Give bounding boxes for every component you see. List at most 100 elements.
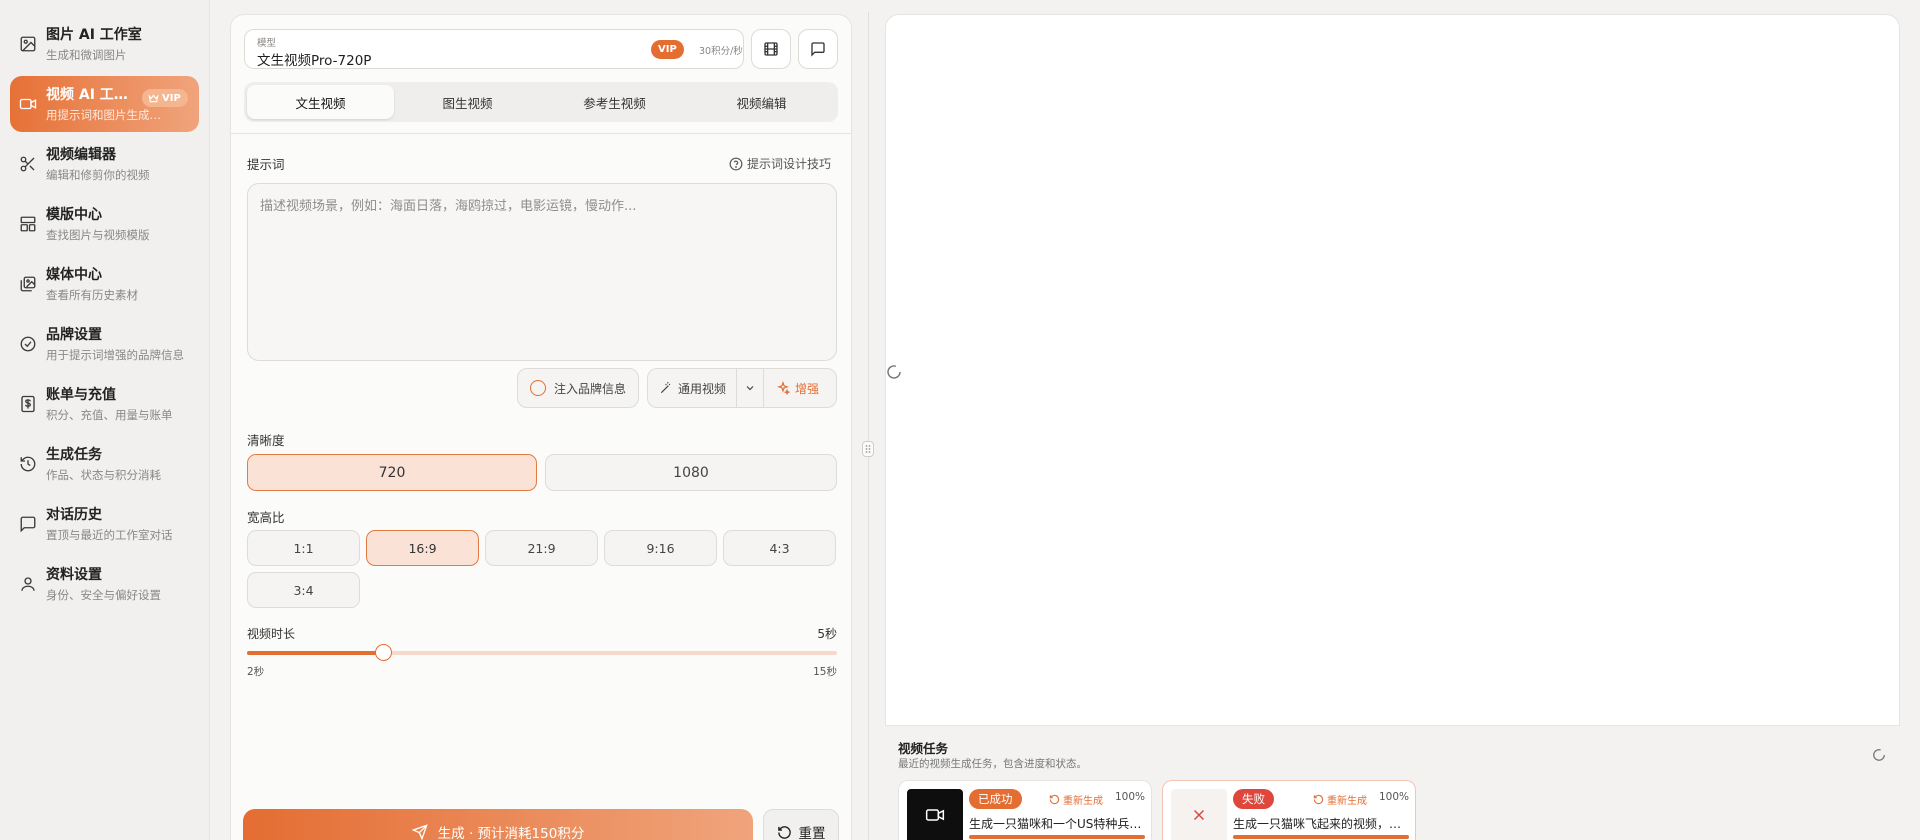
- sidebar-item-video-studio[interactable]: 视频 AI 工作室 用提示词和图片生成视频 VIP: [10, 76, 199, 132]
- panel-resizer: [868, 12, 869, 840]
- receipt-icon: [19, 395, 37, 413]
- crown-icon: [148, 93, 159, 102]
- duration-slider[interactable]: [247, 644, 837, 661]
- resize-grip-icon[interactable]: [862, 441, 874, 457]
- refresh-icon: [1049, 794, 1060, 805]
- resolution-option-1080[interactable]: 1080: [545, 454, 837, 491]
- duration-value: 5秒: [817, 627, 837, 641]
- sidebar-item-video-editor[interactable]: 视频编辑器 编辑和修剪你的视频: [10, 136, 199, 192]
- prompt-input[interactable]: [247, 183, 837, 361]
- task-status-badge: 已成功: [969, 789, 1022, 809]
- loading-spinner-icon: [886, 364, 902, 380]
- mode-tabs: 文生视频 图生视频 参考生视频 视频编辑: [244, 82, 838, 122]
- task-text: 生成一只猫咪飞起来的视频，电影感: [1233, 817, 1409, 831]
- enhance-label: 增强: [795, 381, 820, 396]
- prompt-tips-text: 提示词设计技巧: [746, 157, 831, 171]
- film-icon: [764, 42, 778, 56]
- aspect-option-3-4[interactable]: 3:4: [247, 572, 360, 608]
- vip-badge-text: VIP: [162, 92, 181, 104]
- layout-icon: [19, 215, 37, 233]
- task-text: 生成一只猫咪和一个US特种兵的视频: [969, 817, 1145, 831]
- magic-wand-icon: [660, 382, 671, 394]
- model-price: 30积分/秒: [699, 46, 743, 57]
- refresh-icon: [1313, 794, 1324, 805]
- tab-image-to-video[interactable]: 图生视频: [394, 85, 541, 119]
- sidebar-item-subtitle: 编辑和修剪你的视频: [46, 168, 150, 182]
- image-icon: [19, 35, 37, 53]
- sidebar-item-title: 资料设置: [46, 567, 102, 583]
- task-progress-bar: [969, 835, 1145, 839]
- user-icon: [19, 575, 37, 593]
- sidebar-item-title: 对话历史: [46, 507, 102, 523]
- task-card[interactable]: 已成功 重新生成 100% 生成一只猫咪和一个US特种兵的视频: [898, 780, 1152, 840]
- chevron-down-icon: [746, 386, 754, 391]
- video-camera-icon: [19, 95, 37, 113]
- sidebar-item-chat-history[interactable]: 对话历史 置顶与最近的工作室对话: [10, 496, 199, 552]
- model-caption: 模型: [257, 38, 277, 49]
- aspect-option-4-3[interactable]: 4:3: [723, 530, 836, 566]
- tab-text-to-video[interactable]: 文生视频: [247, 85, 394, 119]
- sidebar-item-brand[interactable]: 品牌设置 用于提示词增强的品牌信息: [10, 316, 199, 372]
- aspect-option-9-16[interactable]: 9:16: [604, 530, 717, 566]
- sidebar-item-subtitle: 生成和微调图片: [46, 48, 127, 62]
- prompt-label: 提示词: [247, 157, 285, 172]
- task-regenerate-link[interactable]: 重新生成: [1049, 792, 1103, 807]
- video-camera-icon: [925, 809, 945, 821]
- duration-slider-thumb[interactable]: [375, 644, 393, 661]
- sidebar-item-subtitle: 查找图片与视频模版: [46, 228, 150, 242]
- sidebar-item-tasks[interactable]: 生成任务 作品、状态与积分消耗: [10, 436, 199, 492]
- duration-slider-fill: [247, 651, 384, 655]
- task-regenerate-link[interactable]: 重新生成: [1313, 792, 1367, 807]
- reset-button[interactable]: 重置: [763, 809, 839, 840]
- generate-button[interactable]: 生成 · 预计消耗150积分: [243, 809, 753, 840]
- task-thumbnail: [1171, 789, 1227, 840]
- film-button[interactable]: [751, 29, 791, 69]
- sidebar-item-title: 视频 AI 工作室: [46, 87, 138, 103]
- video-preview-area: [885, 14, 1900, 726]
- task-card[interactable]: 失败 重新生成 100% 生成一只猫咪飞起来的视频，电影感: [1162, 780, 1416, 840]
- task-status-badge: 失败: [1233, 789, 1274, 809]
- model-vip-badge: VIP: [651, 40, 684, 59]
- model-value: 文生视频Pro-720P: [257, 53, 372, 69]
- aspect-option-1-1[interactable]: 1:1: [247, 530, 360, 566]
- tab-video-edit[interactable]: 视频编辑: [688, 85, 835, 119]
- x-icon: [1193, 809, 1205, 821]
- sidebar-item-subtitle: 用提示词和图片生成视频: [46, 108, 168, 122]
- panel-divider: [231, 133, 851, 134]
- sidebar-item-title: 账单与充值: [46, 387, 116, 403]
- task-regenerate-label: 重新生成: [1327, 796, 1367, 807]
- generate-label: 生成 · 预计消耗150积分: [437, 826, 585, 840]
- sidebar-item-title: 生成任务: [46, 447, 102, 463]
- send-icon: [411, 824, 428, 840]
- sidebar-item-title: 品牌设置: [46, 327, 102, 343]
- style-select[interactable]: 通用视频: [648, 380, 736, 397]
- sidebar-item-title: 媒体中心: [46, 267, 102, 283]
- style-enhance-group: 通用视频 增强: [647, 368, 837, 408]
- sidebar-item-billing[interactable]: 账单与充值 积分、充值、用量与账单: [10, 376, 199, 432]
- style-dropdown[interactable]: [736, 368, 764, 408]
- resolution-label: 清晰度: [247, 433, 285, 448]
- inject-brand-toggle[interactable]: 注入品牌信息: [517, 368, 639, 408]
- sidebar-item-templates[interactable]: 模版中心 查找图片与视频模版: [10, 196, 199, 252]
- duration-min: 2秒: [247, 666, 265, 678]
- vip-badge: VIP: [142, 89, 188, 107]
- sidebar-item-media[interactable]: 媒体中心 查看所有历史素材: [10, 256, 199, 312]
- reset-label: 重置: [798, 826, 826, 840]
- aspect-option-21-9[interactable]: 21:9: [485, 530, 598, 566]
- check-circle-icon: [19, 335, 37, 353]
- tasks-subtitle: 最近的视频生成任务，包含进度和状态。: [898, 758, 1087, 770]
- chat-button[interactable]: [798, 29, 838, 69]
- sidebar: 图片 AI 工作室 生成和微调图片 视频 AI 工作室 用提示词和图片生成视频 …: [0, 0, 210, 840]
- enhance-button[interactable]: 增强: [764, 380, 819, 397]
- sidebar-item-image-studio[interactable]: 图片 AI 工作室 生成和微调图片: [10, 16, 199, 72]
- aspect-option-16-9[interactable]: 16:9: [366, 530, 479, 566]
- sidebar-item-profile[interactable]: 资料设置 身份、安全与偏好设置: [10, 556, 199, 612]
- tab-reference-to-video[interactable]: 参考生视频: [541, 85, 688, 119]
- model-selector[interactable]: 模型 文生视频Pro-720P VIP 30积分/秒: [244, 29, 744, 69]
- tasks-title: 视频任务: [898, 741, 949, 756]
- resolution-option-720[interactable]: 720: [247, 454, 537, 491]
- aspect-label: 宽高比: [247, 510, 285, 525]
- prompt-tips-link[interactable]: 提示词设计技巧: [729, 155, 831, 172]
- images-icon: [19, 275, 37, 293]
- sidebar-item-subtitle: 积分、充值、用量与账单: [46, 408, 173, 422]
